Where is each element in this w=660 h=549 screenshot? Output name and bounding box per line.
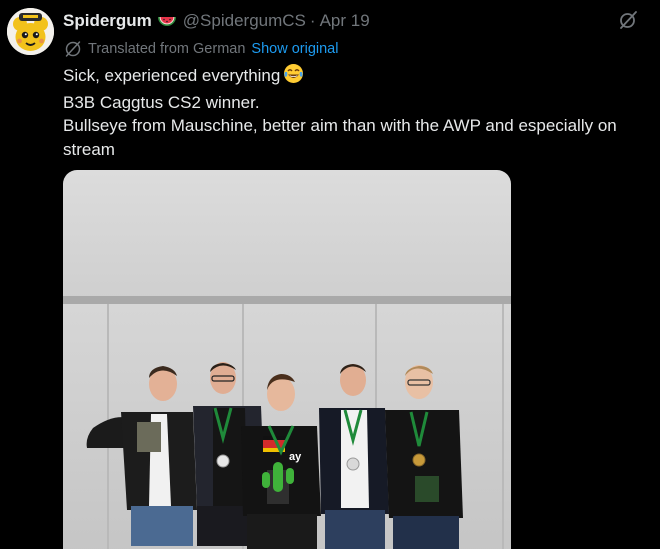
- team-photo-image: ay: [63, 170, 511, 549]
- tweet-text: Sick, experienced everything B3B Caggtus…: [63, 63, 648, 161]
- translation-label: Translated from German: [88, 41, 246, 57]
- tweet-line: B3B Caggtus CS2 winner.: [63, 92, 260, 112]
- grok-slash-icon: [620, 11, 637, 29]
- show-original-link[interactable]: Show original: [251, 41, 338, 57]
- translation-notice: Translated from German Show original: [64, 39, 338, 59]
- tweet-line: stream: [63, 139, 115, 159]
- separator-dot: ·: [309, 11, 316, 30]
- globe-translate-icon: [65, 41, 81, 57]
- watermelon-icon: [157, 14, 177, 28]
- user-handle[interactable]: @SpidergumCS: [183, 11, 306, 31]
- display-name[interactable]: Spidergum: [63, 11, 152, 31]
- tweet-line: Sick, experienced everything: [63, 63, 648, 91]
- grok-button[interactable]: [617, 9, 639, 31]
- tweet-line: Bullseye from Mauschine, better aim than…: [63, 116, 617, 135]
- tweet-date[interactable]: Apr 19: [320, 11, 370, 31]
- tears-of-joy-emoji-icon: [283, 63, 304, 91]
- yellow-cartoon-avatar-icon: [7, 8, 54, 55]
- tweet-header: Spidergum @SpidergumCS · Apr 19: [63, 10, 370, 32]
- avatar[interactable]: [7, 8, 54, 55]
- tweet-photo[interactable]: ay: [63, 170, 511, 549]
- tweet-line-text: Sick, experienced everything: [63, 66, 281, 85]
- svg-text:ay: ay: [289, 451, 302, 463]
